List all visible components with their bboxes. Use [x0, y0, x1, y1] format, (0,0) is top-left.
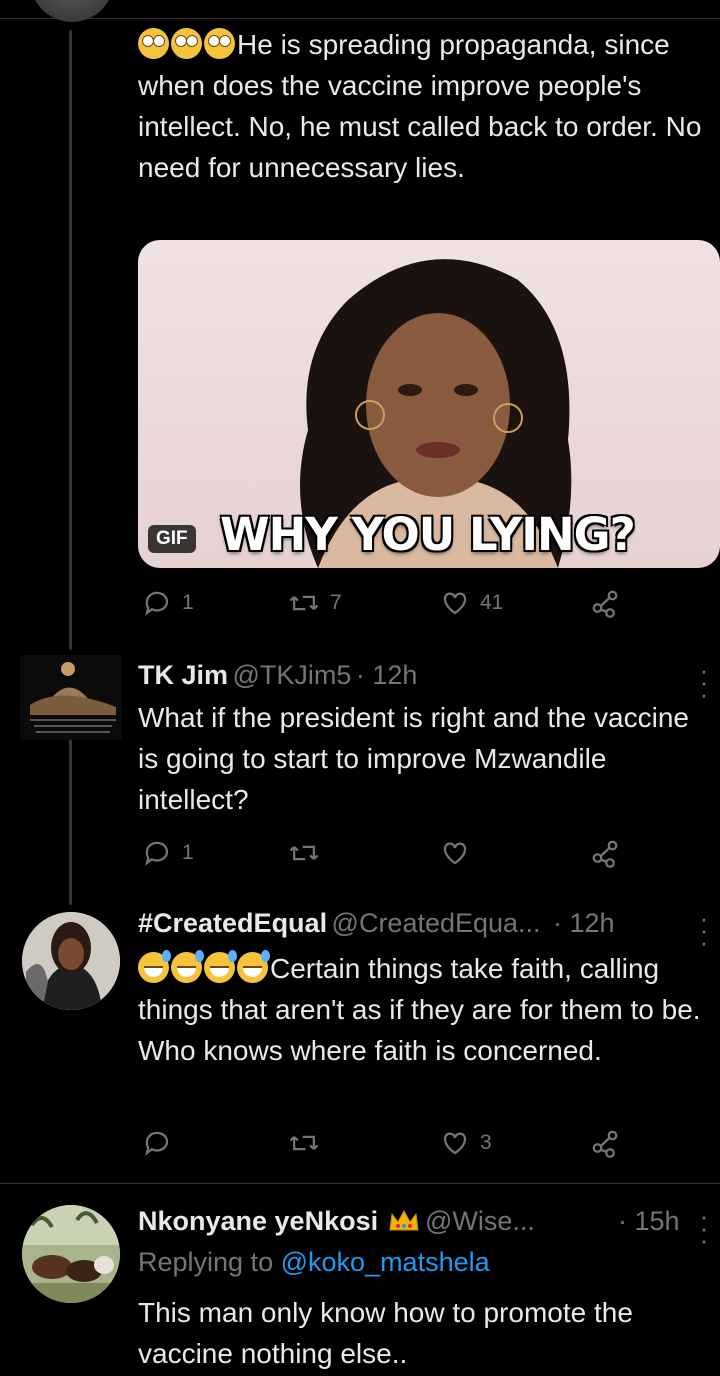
avatar[interactable]: [22, 1205, 120, 1303]
timestamp[interactable]: · 15h: [618, 1206, 680, 1237]
tweet-header: #CreatedEqual @CreatedEqua... · 12h: [138, 908, 615, 939]
retweet-button[interactable]: [288, 838, 330, 868]
share-button[interactable]: [590, 1128, 620, 1158]
display-name[interactable]: TK Jim: [138, 660, 228, 690]
avatar[interactable]: [20, 655, 122, 740]
gif-caption: WHY YOU LYING?: [220, 508, 636, 561]
display-name[interactable]: Nkonyane yeNkosi: [138, 1206, 378, 1236]
share-icon: [592, 840, 618, 868]
thread-line: [69, 30, 72, 650]
more-options-icon[interactable]: · · ·: [698, 657, 710, 707]
tweet-header: Nkonyane yeNkosi @Wise...: [138, 1206, 535, 1237]
tweet-header: TK Jim @TKJim5 · 12h: [138, 660, 417, 691]
share-button[interactable]: [590, 838, 620, 868]
timestamp[interactable]: · 12h: [553, 908, 615, 938]
crown-icon: [388, 1209, 419, 1231]
rolling-eyes-emoji: [171, 28, 202, 59]
gif-media[interactable]: GIF WHY YOU LYING?: [138, 240, 720, 568]
avatar-image: [30, 662, 116, 733]
thread-line: [69, 735, 72, 905]
retweet-icon: [289, 595, 319, 611]
avatar-image: [22, 912, 120, 1010]
reply-button[interactable]: 1: [142, 838, 194, 868]
retweet-icon: [289, 845, 319, 861]
heart-icon: [443, 592, 467, 615]
like-count: 3: [480, 1131, 492, 1154]
user-handle[interactable]: @TKJim5: [232, 660, 351, 690]
replying-label: Replying to: [138, 1247, 274, 1277]
top-divider: [0, 18, 720, 19]
reply-button[interactable]: [142, 1128, 182, 1158]
tweet-body: This man only know how to promote the va…: [138, 1297, 633, 1369]
more-options-icon[interactable]: · · ·: [698, 905, 710, 955]
like-button[interactable]: 41: [440, 588, 503, 618]
reply-button[interactable]: 1: [142, 588, 194, 618]
share-button[interactable]: [590, 588, 620, 618]
sweat-smile-emoji: [204, 950, 237, 983]
retweet-icon: [289, 1135, 319, 1151]
reply-count: 1: [182, 841, 194, 864]
user-handle[interactable]: @CreatedEqua...: [332, 908, 541, 938]
rolling-eyes-emoji: [204, 28, 235, 59]
sweat-smile-emoji: [237, 950, 270, 983]
reply-icon: [145, 841, 169, 866]
like-count: 41: [480, 591, 504, 614]
gif-badge: GIF: [148, 525, 196, 553]
avatar[interactable]: [22, 912, 120, 1010]
user-handle[interactable]: @Wise...: [425, 1206, 535, 1236]
reply-count: 1: [182, 591, 194, 614]
reply-icon: [145, 591, 169, 616]
reply-icon: [145, 1131, 169, 1156]
heart-icon: [443, 842, 467, 865]
retweet-count: 7: [330, 591, 342, 614]
retweet-button[interactable]: [288, 1128, 330, 1158]
like-button[interactable]: 3: [440, 1128, 492, 1158]
replying-handle-link[interactable]: @koko_matshela: [281, 1247, 490, 1277]
heart-icon: [443, 1132, 467, 1155]
retweet-button[interactable]: 7: [288, 588, 342, 618]
tweet-actions: 1 7 41: [0, 588, 720, 622]
more-options-icon[interactable]: · · ·: [698, 1203, 710, 1253]
tweet-text: Certain things take faith, calling thing…: [138, 948, 718, 1071]
sweat-smile-emoji: [171, 950, 204, 983]
share-icon: [592, 590, 618, 618]
tweet-actions: 3: [0, 1128, 720, 1162]
avatar-image: [22, 1205, 120, 1303]
tweet-divider: [0, 1183, 720, 1184]
tweet-body: What if the president is right and the v…: [138, 702, 689, 815]
replying-to: Replying to @koko_matshela: [138, 1247, 490, 1278]
tweet-text: He is spreading propaganda, since when d…: [138, 24, 708, 188]
sweat-smile-emoji: [138, 950, 171, 983]
share-icon: [592, 1130, 618, 1158]
timestamp[interactable]: · 12h: [356, 660, 418, 690]
tweet-actions: 1: [0, 838, 720, 872]
rolling-eyes-emoji: [138, 28, 169, 59]
like-button[interactable]: [440, 838, 480, 868]
display-name[interactable]: #CreatedEqual: [138, 908, 327, 938]
